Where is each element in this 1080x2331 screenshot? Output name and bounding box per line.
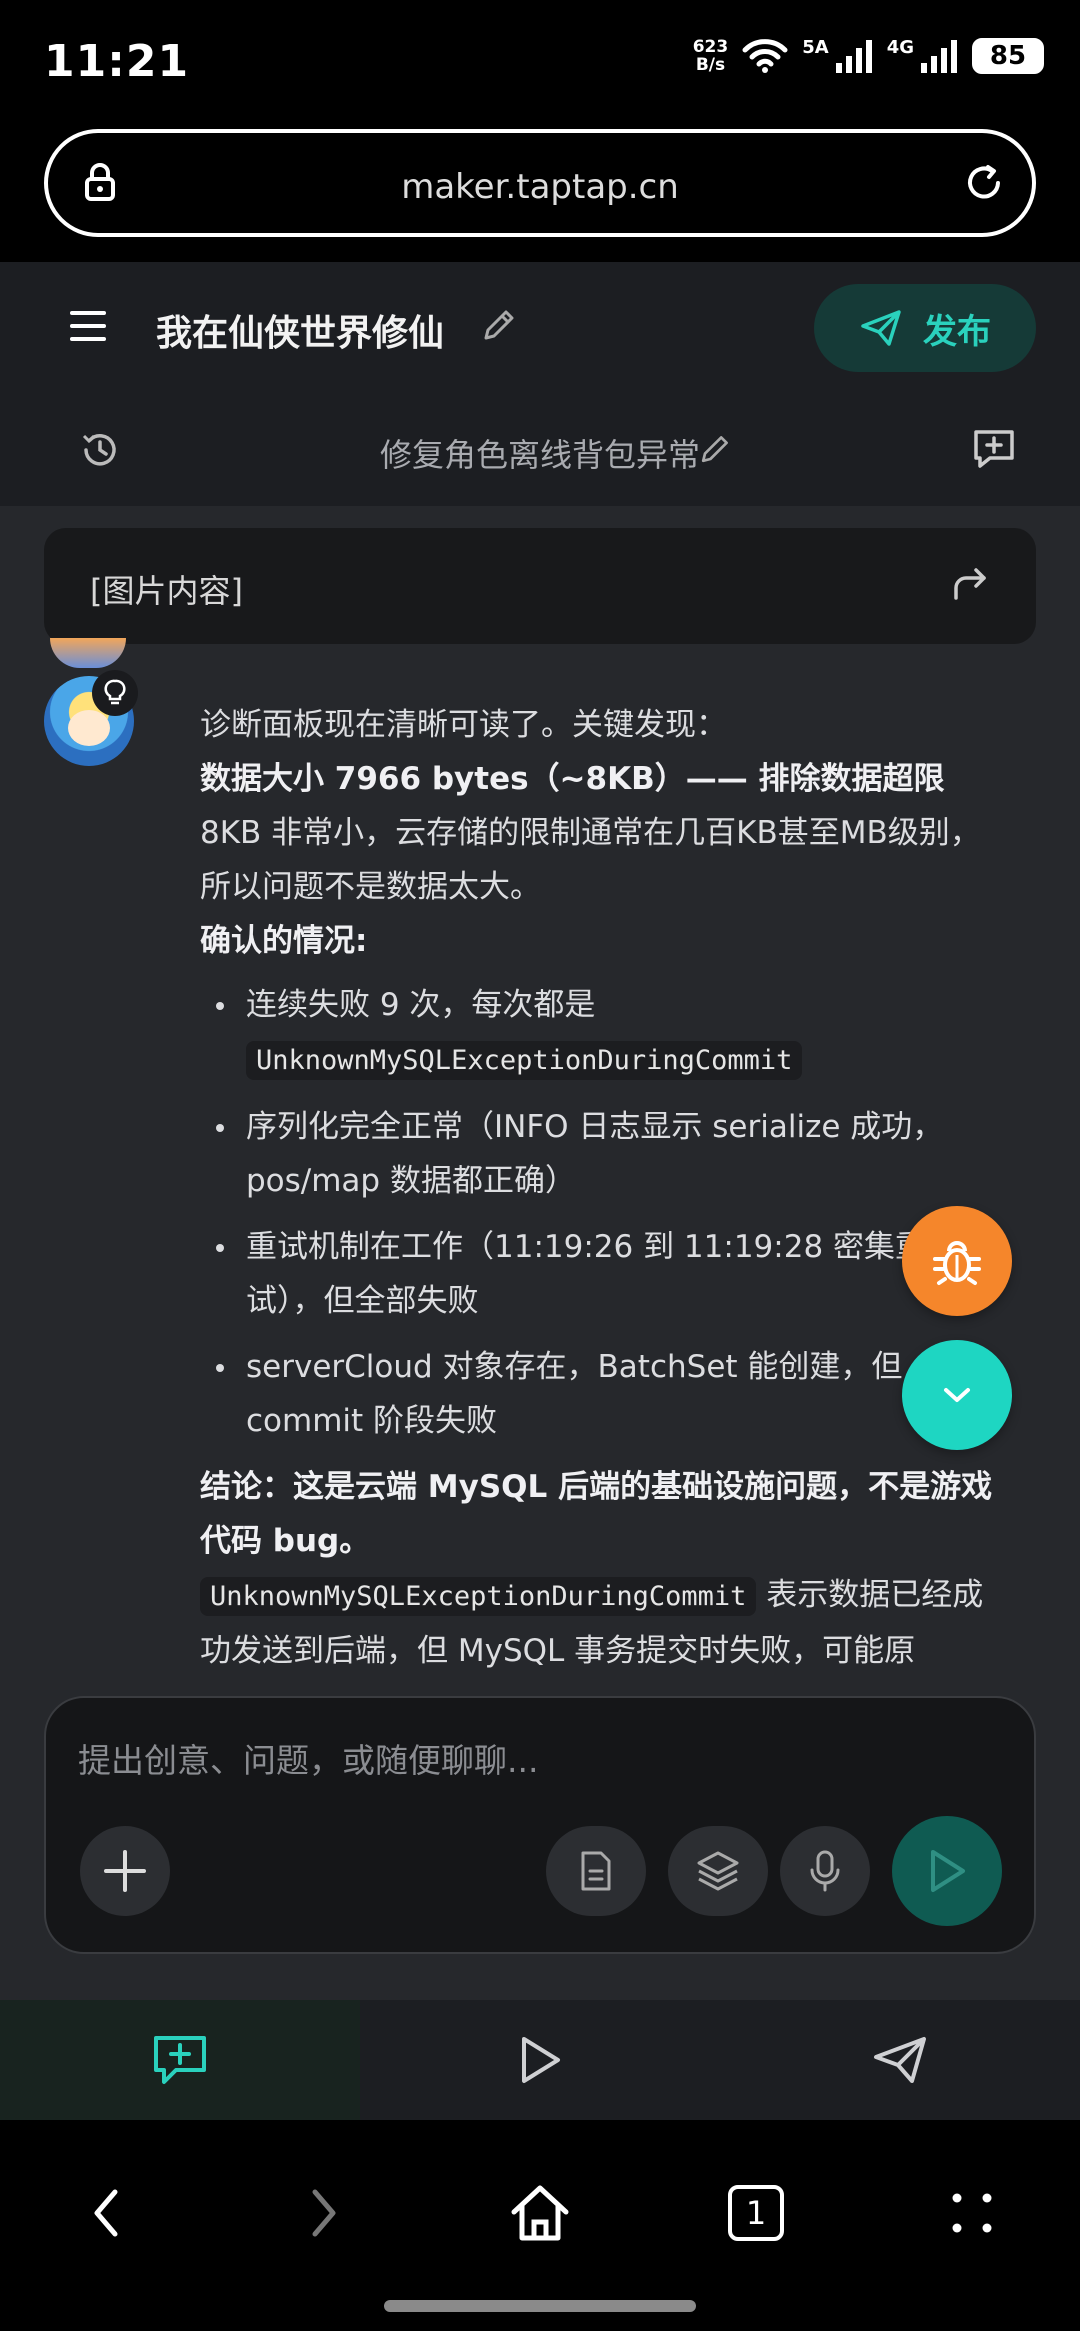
signal-icon xyxy=(835,40,872,73)
list-item: serverCloud 对象存在，BatchSet 能创建，但 commit 阶… xyxy=(200,1340,1000,1448)
status-icons: 623 B/s 5A 4G 85 xyxy=(692,36,1044,75)
clock: 11:21 xyxy=(44,36,190,87)
nav-play[interactable] xyxy=(360,2000,720,2120)
chevron-left-icon xyxy=(94,2189,118,2237)
code-snippet: UnknownMySQLExceptionDuringCommit xyxy=(246,1041,803,1080)
bug-report-button[interactable] xyxy=(902,1206,1012,1316)
message-paragraph: 8KB 非常小，云存储的限制通常在几百KB甚至MB级别，所以问题不是数据太大。 xyxy=(200,815,981,905)
message-composer: 提出创意、问题，或随便聊聊... xyxy=(44,1696,1036,1954)
play-icon xyxy=(522,2037,560,2083)
image-content-card[interactable]: [图片内容] xyxy=(44,528,1036,644)
chevron-right-icon xyxy=(312,2189,336,2237)
chat-area[interactable]: [图片内容] 诊断面板现在清晰可读了。关键发现： 数据大小 7966 bytes… xyxy=(0,506,1080,2000)
project-title: 我在仙侠世界修仙 xyxy=(156,313,445,354)
home-icon xyxy=(511,2185,569,2241)
code-snippet: UnknownMySQLExceptionDuringCommit xyxy=(200,1577,757,1616)
edit-session-icon[interactable] xyxy=(696,432,732,468)
battery-indicator: 85 xyxy=(972,38,1044,74)
url-text: maker.taptap.cn xyxy=(401,167,679,207)
send-icon xyxy=(861,310,901,346)
final-paragraph: UnknownMySQLExceptionDuringCommit 表示数据已经… xyxy=(200,1577,984,1669)
scroll-to-bottom-button[interactable] xyxy=(902,1340,1012,1450)
send-button[interactable] xyxy=(892,1816,1002,1926)
play-send-icon xyxy=(931,1850,965,1892)
browser-toolbar: maker.taptap.cn xyxy=(0,125,1080,262)
nav-chat[interactable] xyxy=(0,2000,360,2120)
publish-button[interactable]: 发布 xyxy=(814,284,1036,372)
signal-label-2: 4G xyxy=(886,36,914,58)
voice-button[interactable] xyxy=(780,1826,870,1916)
share-icon[interactable] xyxy=(950,564,990,604)
more-button[interactable] xyxy=(922,2158,1022,2268)
session-title[interactable]: 修复角色离线背包异常 xyxy=(0,430,1080,476)
message-headline: 数据大小 7966 bytes（~8KB）—— 排除数据超限 xyxy=(200,761,945,797)
document-button[interactable] xyxy=(546,1826,646,1916)
message-intro: 诊断面板现在清晰可读了。关键发现： xyxy=(200,707,727,743)
menu-icon[interactable] xyxy=(68,308,108,344)
list-item: 重试机制在工作（11:19:26 到 11:19:28 密集重试），但全部失败 xyxy=(200,1220,1000,1328)
network-speed: 623 B/s xyxy=(692,37,729,75)
back-button[interactable] xyxy=(56,2158,156,2268)
document-icon xyxy=(581,1851,611,1891)
wifi-icon xyxy=(742,39,788,73)
reload-icon[interactable] xyxy=(962,161,1006,205)
layers-button[interactable] xyxy=(668,1826,768,1916)
more-dots-icon xyxy=(952,2193,992,2233)
image-content-label: [图片内容] xyxy=(90,572,243,610)
plus-icon xyxy=(104,1850,146,1892)
bug-icon xyxy=(933,1241,981,1285)
message-input[interactable]: 提出创意、问题，或随便聊聊... xyxy=(78,1734,978,1782)
nav-publish[interactable] xyxy=(720,2000,1080,2120)
lightbulb-icon xyxy=(92,670,138,716)
conclusion: 结论：这是云端 MySQL 后端的基础设施问题，不是游戏代码 bug。 xyxy=(200,1469,993,1559)
tab-count: 1 xyxy=(728,2185,784,2241)
add-attachment-button[interactable] xyxy=(80,1826,170,1916)
chat-add-icon xyxy=(154,2036,206,2084)
address-bar[interactable]: maker.taptap.cn xyxy=(44,129,1036,237)
user-avatar xyxy=(50,638,126,668)
bottom-nav xyxy=(0,2000,1080,2120)
app-header: 我在仙侠世界修仙 发布 xyxy=(0,262,1080,392)
edit-title-icon[interactable] xyxy=(478,306,518,346)
signal-label-1: 5A xyxy=(802,36,829,58)
publish-label: 发布 xyxy=(923,311,991,352)
forward-button[interactable] xyxy=(274,2158,374,2268)
assistant-message: 诊断面板现在清晰可读了。关键发现： 数据大小 7966 bytes（~8KB）—… xyxy=(200,698,1000,1678)
list-item: 序列化完全正常（INFO 日志显示 serialize 成功，pos/map 数… xyxy=(200,1100,1000,1208)
chevron-down-icon xyxy=(944,1388,970,1402)
status-bar: 11:21 623 B/s 5A 4G 85 xyxy=(0,0,1080,125)
system-navigation: 1 xyxy=(0,2120,1080,2331)
signal-icon-2 xyxy=(921,40,957,73)
confirmed-heading: 确认的情况: xyxy=(200,923,368,959)
microphone-icon xyxy=(810,1850,840,1892)
layers-icon xyxy=(697,1851,739,1891)
home-indicator xyxy=(384,2300,696,2312)
tabs-button[interactable]: 1 xyxy=(706,2158,806,2268)
new-chat-icon[interactable] xyxy=(970,424,1018,472)
list-item: 连续失败 9 次，每次都是 UnknownMySQLExceptionDurin… xyxy=(200,978,1000,1088)
session-bar: 修复角色离线背包异常 xyxy=(0,392,1080,506)
send-icon xyxy=(874,2037,926,2083)
findings-list: 连续失败 9 次，每次都是 UnknownMySQLExceptionDurin… xyxy=(200,978,1000,1448)
home-button[interactable] xyxy=(490,2158,590,2268)
